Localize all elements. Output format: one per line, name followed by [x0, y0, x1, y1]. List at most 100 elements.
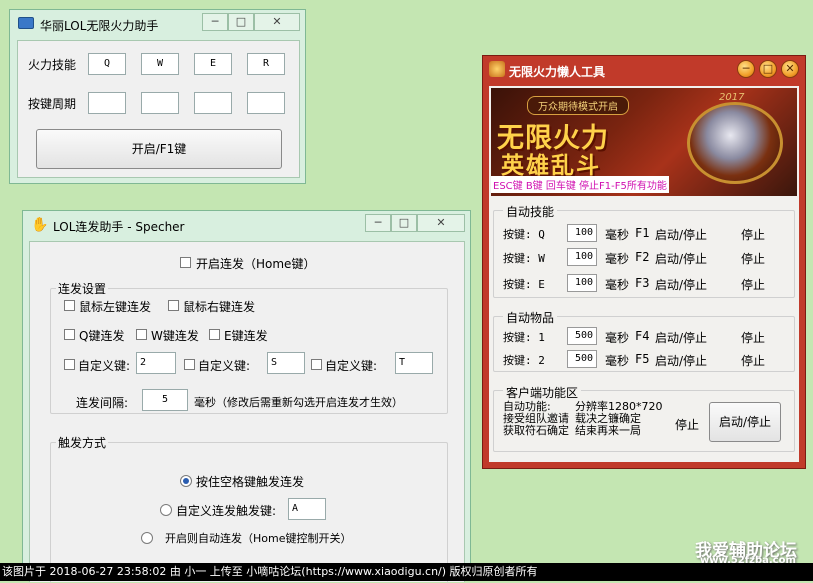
- title-bar[interactable]: 华丽LOL无限火力助手 ─ □ ✕: [10, 10, 305, 38]
- hero-emblem-icon: [687, 102, 783, 184]
- window-lazy-tool: 无限火力懒人工具 ─ □ ✕ 万众期待模式开启 无限火力 英雄乱斗 2017 E…: [482, 55, 806, 469]
- skill-label: 火力技能: [28, 58, 77, 72]
- trigger-group-title: 触发方式: [56, 434, 109, 451]
- item-2-key: 按键: 2: [503, 354, 545, 367]
- item-2-state: 停止: [741, 354, 766, 368]
- banner-hotkeys: ESC键 B键 回车键 停止F1-F5所有功能: [491, 176, 669, 193]
- custom-key-2-checkbox[interactable]: [184, 359, 195, 370]
- skill-w-unit: 毫秒: [605, 252, 630, 266]
- custom-trigger-input[interactable]: A: [288, 498, 326, 520]
- keyboard-icon: [18, 17, 34, 29]
- skill-w-interval[interactable]: 100: [567, 248, 597, 266]
- close-button[interactable]: ✕: [254, 13, 300, 31]
- enable-repeat-checkbox[interactable]: [180, 257, 191, 268]
- skill-q-interval[interactable]: 100: [567, 224, 597, 242]
- window-lol-repeater: ✋ LOL连发助手 - Specher ─ □ ✕ 开启连发（Home键） 连发…: [22, 210, 471, 583]
- q-repeat-label: Q键连发: [79, 329, 125, 343]
- skill-q-toggle[interactable]: 启动/停止: [655, 226, 707, 243]
- window-title: LOL连发助手 - Specher: [53, 220, 185, 234]
- mouse-right-checkbox[interactable]: [168, 300, 179, 311]
- custom-trigger-label: 自定义连发触发键:: [176, 504, 277, 518]
- mouse-right-label: 鼠标右键连发: [183, 300, 256, 314]
- item-2-fkey: F5: [635, 352, 650, 366]
- skill-w-key: 按键: W: [503, 252, 545, 265]
- custom-key-2-input[interactable]: S: [267, 352, 305, 374]
- period-input-q[interactable]: [88, 92, 126, 114]
- custom-trigger-radio[interactable]: [160, 504, 172, 516]
- mouse-left-checkbox[interactable]: [64, 300, 75, 311]
- maximize-button[interactable]: □: [391, 214, 417, 232]
- period-input-e[interactable]: [194, 92, 232, 114]
- e-repeat-checkbox[interactable]: [209, 329, 220, 340]
- custom-key-1-label: 自定义键:: [78, 359, 131, 373]
- start-button[interactable]: 开启/F1键: [36, 129, 282, 169]
- title-bar[interactable]: 无限火力懒人工具 ─ □ ✕: [483, 56, 805, 84]
- period-input-w[interactable]: [141, 92, 179, 114]
- banner-image: 万众期待模式开启 无限火力 英雄乱斗 2017 ESC键 B键 回车键 停止F1…: [491, 88, 797, 196]
- minimize-button[interactable]: ─: [737, 60, 755, 78]
- client-play-again: 结束再来一局: [575, 424, 641, 437]
- client-state: 停止: [675, 418, 700, 432]
- interval-label: 连发间隔:: [76, 396, 129, 410]
- close-button[interactable]: ✕: [781, 60, 799, 78]
- key-input-w[interactable]: W: [141, 53, 179, 75]
- maximize-button[interactable]: □: [228, 13, 254, 31]
- window-client: 开启连发（Home键） 连发设置 鼠标左键连发 鼠标右键连发 Q键连发 W键连发…: [29, 241, 465, 583]
- banner-title-2: 英雄乱斗: [501, 153, 601, 179]
- skill-w-fkey: F2: [635, 250, 650, 264]
- client-toggle-button[interactable]: 启动/停止: [709, 402, 781, 442]
- window-client: 火力技能 Q W E R 按键周期 开启/F1键: [17, 40, 300, 178]
- item-2-interval[interactable]: 500: [567, 350, 597, 368]
- upload-footer: 该图片于 2018-06-27 23:58:02 由 小一 上传至 小嘀咕论坛(…: [0, 563, 813, 581]
- auto-repeat-label: 开启则自动连发（Home键控制开关）: [165, 532, 352, 545]
- window-title: 华丽LOL无限火力助手: [40, 19, 159, 33]
- item-1-interval[interactable]: 500: [567, 327, 597, 345]
- skill-w-toggle[interactable]: 启动/停止: [655, 250, 707, 267]
- skill-q-fkey: F1: [635, 226, 650, 240]
- window-client: 万众期待模式开启 无限火力 英雄乱斗 2017 ESC键 B键 回车键 停止F1…: [489, 86, 799, 462]
- skill-q-unit: 毫秒: [605, 228, 630, 242]
- item-2-unit: 毫秒: [605, 354, 630, 368]
- key-input-q[interactable]: Q: [88, 53, 126, 75]
- period-label: 按键周期: [28, 97, 77, 111]
- skill-e-state: 停止: [741, 278, 766, 292]
- w-repeat-label: W键连发: [151, 329, 199, 343]
- item-1-unit: 毫秒: [605, 331, 630, 345]
- app-icon: [489, 61, 505, 77]
- settings-group-title: 连发设置: [56, 280, 109, 297]
- item-1-fkey: F4: [635, 329, 650, 343]
- custom-key-3-input[interactable]: T: [395, 352, 433, 374]
- skill-e-key: 按键: E: [503, 278, 545, 291]
- skill-e-unit: 毫秒: [605, 278, 630, 292]
- close-button[interactable]: ✕: [417, 214, 465, 232]
- w-repeat-checkbox[interactable]: [136, 329, 147, 340]
- skill-e-interval[interactable]: 100: [567, 274, 597, 292]
- skill-w-state: 停止: [741, 252, 766, 266]
- key-input-r[interactable]: R: [247, 53, 285, 75]
- minimize-button[interactable]: ─: [202, 13, 228, 31]
- custom-key-1-input[interactable]: 2: [136, 352, 176, 374]
- skill-q-state: 停止: [741, 228, 766, 242]
- window-lol-helper: 华丽LOL无限火力助手 ─ □ ✕ 火力技能 Q W E R 按键周期 开启/F…: [9, 9, 306, 184]
- skill-e-toggle[interactable]: 启动/停止: [655, 276, 707, 293]
- maximize-button[interactable]: □: [759, 60, 777, 78]
- custom-key-1-checkbox[interactable]: [64, 359, 75, 370]
- custom-key-3-checkbox[interactable]: [311, 359, 322, 370]
- hand-icon: ✋: [31, 217, 49, 233]
- title-bar[interactable]: ✋ LOL连发助手 - Specher ─ □ ✕: [23, 211, 470, 239]
- period-input-r[interactable]: [247, 92, 285, 114]
- item-2-toggle[interactable]: 启动/停止: [655, 352, 707, 369]
- window-title: 无限火力懒人工具: [509, 65, 606, 79]
- auto-repeat-radio[interactable]: [141, 532, 153, 544]
- custom-key-3-label: 自定义键:: [325, 359, 378, 373]
- key-input-e[interactable]: E: [194, 53, 232, 75]
- q-repeat-checkbox[interactable]: [64, 329, 75, 340]
- item-1-toggle[interactable]: 启动/停止: [655, 329, 707, 346]
- interval-input[interactable]: 5: [142, 389, 188, 411]
- item-1-key: 按键: 1: [503, 331, 545, 344]
- skill-q-key: 按键: Q: [503, 228, 545, 241]
- space-trigger-radio[interactable]: [180, 475, 192, 487]
- interval-unit-label: 毫秒（修改后需重新勾选开启连发才生效）: [194, 396, 403, 409]
- space-trigger-label: 按住空格键触发连发: [196, 475, 305, 489]
- minimize-button[interactable]: ─: [365, 214, 391, 232]
